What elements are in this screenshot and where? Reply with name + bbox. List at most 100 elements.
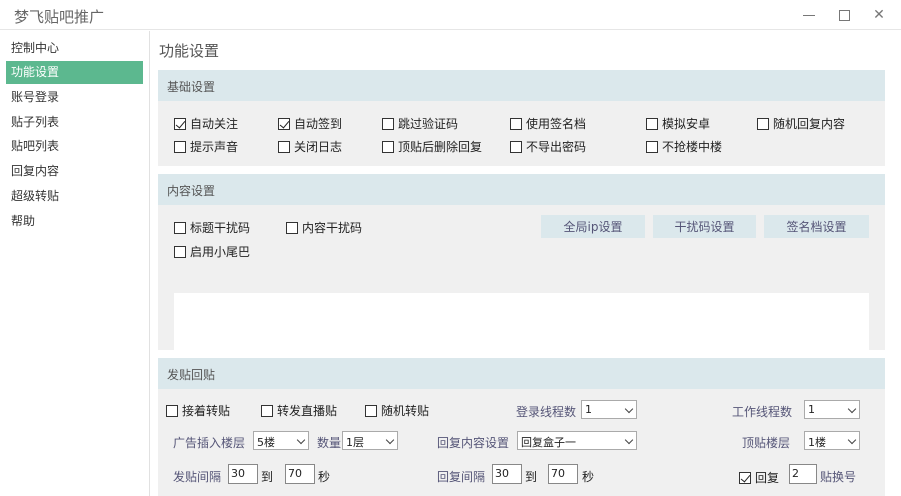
checkbox-random-repost[interactable]: 随机转贴 bbox=[365, 402, 429, 419]
checkbox-box[interactable] bbox=[174, 140, 186, 153]
checkbox-label: 模拟安卓 bbox=[662, 117, 711, 131]
checkbox-auto-follow[interactable]: 自动关注 bbox=[174, 115, 238, 132]
global-ip-settings-button[interactable]: 全局ip设置 bbox=[541, 215, 645, 238]
checkbox-auto-signin[interactable]: 自动签到 bbox=[278, 115, 342, 132]
post-interval-label: 发贴间隔 bbox=[173, 470, 222, 484]
post-interval-to-input[interactable]: 70 bbox=[285, 464, 315, 484]
checkbox-no-export-password[interactable]: 不导出密码 bbox=[510, 138, 586, 155]
checkbox-label: 启用小尾巴 bbox=[190, 245, 251, 259]
checkbox-box[interactable] bbox=[365, 404, 377, 417]
close-button[interactable]: ✕ bbox=[866, 3, 892, 27]
checkbox-box[interactable] bbox=[739, 471, 751, 484]
switch-account-label: 贴换号 bbox=[820, 470, 857, 484]
sidebar-item-help[interactable]: 帮助 bbox=[6, 210, 143, 233]
posting-header: 发贴回贴 bbox=[158, 358, 885, 389]
reply-content-label: 回复内容设置 bbox=[437, 436, 510, 450]
checkbox-box[interactable] bbox=[382, 140, 394, 153]
checkbox-box[interactable] bbox=[174, 117, 186, 130]
checkbox-box[interactable] bbox=[278, 117, 290, 130]
checkbox-box[interactable] bbox=[646, 140, 658, 153]
sidebar-item-feature-settings[interactable]: 功能设置 bbox=[6, 61, 143, 84]
minimize-button[interactable] bbox=[796, 3, 822, 27]
checkbox-continue-repost[interactable]: 接着转贴 bbox=[166, 402, 230, 419]
sidebar-item-post-list[interactable]: 贴子列表 bbox=[6, 111, 143, 134]
reply-interval-to-input[interactable]: 70 bbox=[548, 464, 578, 484]
checkbox-skip-captcha[interactable]: 跳过验证码 bbox=[382, 115, 458, 132]
close-icon: ✕ bbox=[873, 7, 885, 23]
checkbox-box[interactable] bbox=[261, 404, 273, 417]
chevron-down-icon bbox=[847, 404, 857, 414]
sidebar-item-control-center[interactable]: 控制中心 bbox=[6, 37, 143, 60]
checkbox-box[interactable] bbox=[286, 221, 298, 234]
checkbox-simulate-android[interactable]: 模拟安卓 bbox=[646, 115, 710, 132]
reply-count-input[interactable]: 2 bbox=[789, 464, 817, 484]
checkbox-label: 顶贴后删除回复 bbox=[398, 140, 483, 154]
maximize-button[interactable] bbox=[831, 3, 857, 27]
checkbox-box[interactable] bbox=[757, 117, 769, 130]
sidebar-item-forum-list[interactable]: 贴吧列表 bbox=[6, 135, 143, 158]
checkbox-disable-log[interactable]: 关闭日志 bbox=[278, 138, 342, 155]
window-title: 梦飞贴吧推广 bbox=[14, 8, 105, 26]
checkbox-title-noise[interactable]: 标题干扰码 bbox=[174, 219, 250, 236]
checkbox-repost-live[interactable]: 转发直播贴 bbox=[261, 402, 337, 419]
chevron-down-icon bbox=[624, 435, 634, 445]
posting-title: 发贴回贴 bbox=[167, 368, 216, 382]
checkbox-box[interactable] bbox=[174, 221, 186, 234]
count-select[interactable]: 1层 bbox=[342, 431, 398, 450]
checkbox-random-reply[interactable]: 随机回复内容 bbox=[757, 115, 845, 132]
post-interval-from-input[interactable]: 30 bbox=[228, 464, 258, 484]
checkbox-enable-tail[interactable]: 启用小尾巴 bbox=[174, 243, 250, 260]
checkbox-sound-alert[interactable]: 提示声音 bbox=[174, 138, 238, 155]
checkbox-box[interactable] bbox=[166, 404, 178, 417]
content-settings-title: 内容设置 bbox=[167, 184, 216, 198]
checkbox-use-signature[interactable]: 使用签名档 bbox=[510, 115, 586, 132]
checkbox-box[interactable] bbox=[510, 117, 522, 130]
sidebar-item-account-login[interactable]: 账号登录 bbox=[6, 86, 143, 109]
seconds-label: 秒 bbox=[582, 470, 595, 484]
checkbox-box[interactable] bbox=[278, 140, 290, 153]
checkbox-label: 随机回复内容 bbox=[773, 117, 846, 131]
ad-floor-select[interactable]: 5楼 bbox=[253, 431, 309, 450]
reply-content-select[interactable]: 回复盒子一 bbox=[517, 431, 637, 450]
sidebar-item-reply-content[interactable]: 回复内容 bbox=[6, 160, 143, 183]
sidebar-item-super-repost[interactable]: 超级转贴 bbox=[6, 185, 143, 208]
reply-interval-from-input[interactable]: 30 bbox=[492, 464, 522, 484]
checkbox-reply-switch[interactable]: 回复 bbox=[739, 469, 779, 486]
checkbox-label: 随机转贴 bbox=[381, 404, 430, 418]
work-threads-select[interactable]: 1 bbox=[804, 400, 860, 419]
checkbox-box[interactable] bbox=[510, 140, 522, 153]
basic-settings-header: 基础设置 bbox=[158, 70, 885, 101]
checkbox-content-noise[interactable]: 内容干扰码 bbox=[286, 219, 362, 236]
checkbox-label: 使用签名档 bbox=[526, 117, 587, 131]
checkbox-label: 自动关注 bbox=[190, 117, 239, 131]
checkbox-box[interactable] bbox=[174, 245, 186, 258]
content-settings-panel: 标题干扰码 内容干扰码 启用小尾巴 全局ip设置 干扰码设置 签名档设置 bbox=[158, 205, 885, 371]
select-value: 1 bbox=[585, 403, 592, 416]
seconds-label: 秒 bbox=[318, 470, 331, 484]
maximize-icon bbox=[838, 9, 850, 21]
to-label: 到 bbox=[261, 470, 274, 484]
ad-floor-label: 广告插入楼层 bbox=[173, 436, 246, 450]
login-threads-select[interactable]: 1 bbox=[581, 400, 637, 419]
basic-settings-panel: 自动关注 自动签到 跳过验证码 使用签名档 模拟安卓 随机回复内容 提示声音 关… bbox=[158, 101, 885, 166]
checkbox-label: 不抢楼中楼 bbox=[662, 140, 723, 154]
signature-settings-button[interactable]: 签名档设置 bbox=[764, 215, 869, 238]
checkbox-box[interactable] bbox=[646, 117, 658, 130]
checkbox-label: 不导出密码 bbox=[526, 140, 587, 154]
top-floor-select[interactable]: 1楼 bbox=[804, 431, 860, 450]
sidebar: 控制中心 功能设置 账号登录 贴子列表 贴吧列表 回复内容 超级转贴 帮助 bbox=[0, 31, 150, 496]
select-value: 1 bbox=[808, 403, 815, 416]
content-settings-header: 内容设置 bbox=[158, 174, 885, 205]
checkbox-box[interactable] bbox=[382, 117, 394, 130]
chevron-down-icon bbox=[385, 435, 395, 445]
checkbox-label: 标题干扰码 bbox=[190, 221, 251, 235]
checkbox-no-floor-in-floor[interactable]: 不抢楼中楼 bbox=[646, 138, 722, 155]
checkbox-delete-after-bump[interactable]: 顶贴后删除回复 bbox=[382, 138, 482, 155]
checkbox-label: 回复 bbox=[755, 471, 780, 485]
select-value: 1层 bbox=[346, 436, 364, 449]
page-title: 功能设置 bbox=[159, 42, 220, 60]
count-label: 数量 bbox=[317, 436, 342, 450]
checkbox-label: 跳过验证码 bbox=[398, 117, 459, 131]
noise-code-settings-button[interactable]: 干扰码设置 bbox=[653, 215, 756, 238]
top-floor-label: 顶贴楼层 bbox=[742, 436, 791, 450]
